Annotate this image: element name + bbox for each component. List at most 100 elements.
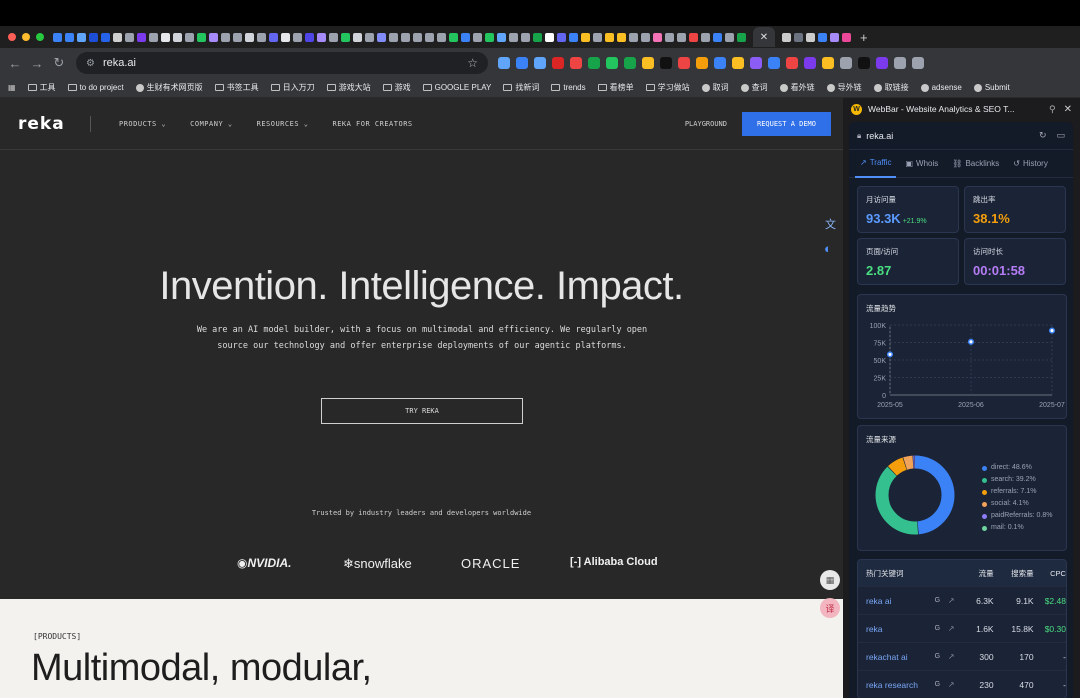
tab-favicon-icon[interactable] [473, 32, 482, 42]
try-reka-button[interactable]: TRY REKA [321, 398, 523, 424]
extension-icon[interactable] [678, 57, 690, 69]
extension-icon[interactable] [516, 57, 528, 69]
tab-favicon-icon[interactable] [665, 32, 674, 42]
bookmark-item[interactable]: Submit [973, 83, 1010, 92]
nav-reka-for-creators[interactable]: REKA FOR CREATORS [332, 120, 412, 128]
extension-icon[interactable] [858, 57, 870, 69]
tab-favicon-icon[interactable] [521, 32, 530, 42]
bookmark-item[interactable]: 生财有术网页版 [135, 82, 203, 93]
tab-favicon-icon[interactable] [842, 32, 851, 42]
tab-favicon-icon[interactable] [713, 32, 722, 42]
bookmark-item[interactable]: 查词 [740, 82, 768, 93]
tab-favicon-icon[interactable] [77, 32, 86, 42]
close-panel-icon[interactable]: ✕ [1064, 104, 1072, 115]
qr-code-icon[interactable]: ▦ [820, 570, 840, 590]
extension-icon[interactable] [570, 57, 582, 69]
nav-products[interactable]: PRODUCTS ⌄ [119, 120, 166, 128]
tab-favicon-icon[interactable] [197, 32, 206, 42]
extension-icon[interactable] [750, 57, 762, 69]
pin-icon[interactable]: ⚲ [1049, 104, 1056, 115]
tab-favicon-icon[interactable] [65, 32, 74, 42]
extensions-bar[interactable] [498, 57, 924, 69]
forward-icon[interactable]: → [26, 56, 48, 71]
tab-favicon-icon[interactable] [653, 32, 662, 42]
tab-whois[interactable]: ▣ Whois [900, 150, 943, 178]
keyword-row[interactable]: rekachat ai G ↗ 300 170 - [858, 642, 1066, 670]
extension-icon[interactable] [660, 57, 672, 69]
tab-favicon-icon[interactable] [557, 32, 566, 42]
tab-favicon-icon[interactable] [353, 32, 362, 42]
tab-backlinks[interactable]: ⛓ Backlinks [947, 150, 1004, 178]
extension-icon[interactable] [714, 57, 726, 69]
tab-favicon-icon[interactable] [509, 32, 518, 42]
request-demo-button[interactable]: REQUEST A DEMO [742, 111, 831, 136]
tab-favicon-icon[interactable] [269, 32, 278, 42]
bookmark-item[interactable]: 学习做站 [645, 82, 690, 93]
apps-icon[interactable]: ▦ [8, 83, 16, 92]
extension-icon[interactable] [606, 57, 618, 69]
tab-favicon-icon[interactable] [593, 32, 602, 42]
extension-icon[interactable] [912, 57, 924, 69]
active-tab-close-icon[interactable]: ✕ [753, 27, 775, 47]
more-tabs[interactable] [782, 32, 851, 42]
bookmark-item[interactable]: 工具 [27, 82, 56, 93]
tab-favicon-icon[interactable] [377, 32, 386, 42]
reload-icon[interactable]: ↻ [48, 55, 70, 71]
site-info-icon[interactable]: ⚙ [86, 58, 95, 69]
window-controls[interactable] [8, 33, 44, 41]
tab-favicon-icon[interactable] [818, 32, 827, 42]
extension-icon[interactable] [894, 57, 906, 69]
tab-favicon-icon[interactable] [101, 32, 110, 42]
extension-icon[interactable] [696, 57, 708, 69]
bookmark-item[interactable]: 找新词 [503, 82, 539, 93]
tab-favicon-icon[interactable] [830, 32, 839, 42]
extension-icon[interactable] [552, 57, 564, 69]
extension-icon[interactable] [768, 57, 780, 69]
tab-favicon-icon[interactable] [677, 32, 686, 42]
bookmark-item[interactable]: 游戏 [382, 82, 411, 93]
google-icon[interactable]: G [935, 625, 948, 632]
tab-favicon-icon[interactable] [782, 32, 791, 42]
tab-traffic[interactable]: ↗ Traffic [855, 150, 897, 178]
tab-favicon-icon[interactable] [401, 32, 410, 42]
tab-favicon-icon[interactable] [293, 32, 302, 42]
tab-favicon-icon[interactable] [137, 32, 146, 42]
bookmark-item[interactable]: 导外链 [826, 82, 862, 93]
bookmark-item[interactable]: 看榜单 [597, 82, 634, 93]
bookmark-item[interactable]: 看外链 [779, 82, 815, 93]
tab-favicon-icon[interactable] [701, 32, 710, 42]
google-icon[interactable]: G [935, 681, 948, 688]
close-window-icon[interactable] [8, 33, 16, 41]
bookmark-item[interactable]: adsense [920, 83, 962, 92]
bookmark-item[interactable]: to do project [67, 83, 124, 92]
extension-icon[interactable] [624, 57, 636, 69]
tab-favicon-icon[interactable] [389, 32, 398, 42]
extension-icon[interactable] [534, 57, 546, 69]
tab-favicon-icon[interactable] [185, 32, 194, 42]
tab-favicon-icon[interactable] [149, 32, 158, 42]
bookmark-item[interactable]: 取链接 [873, 82, 909, 93]
tab-favicon-icon[interactable] [569, 32, 578, 42]
extension-icon[interactable] [822, 57, 834, 69]
tab-favicon-icon[interactable] [794, 32, 803, 42]
bookmark-item[interactable]: GOOGLE PLAY [422, 83, 491, 92]
tab-favicon-icon[interactable] [317, 32, 326, 42]
keyword-row[interactable]: reka research G ↗ 230 470 - [858, 670, 1066, 698]
tab-favicon-icon[interactable] [545, 32, 554, 42]
tab-favicon-icon[interactable] [533, 32, 542, 42]
keyword-text[interactable]: reka research [866, 680, 935, 690]
tab-favicon-icon[interactable] [581, 32, 590, 42]
tab-favicon-icon[interactable] [425, 32, 434, 42]
open-window-icon[interactable]: ▭ [1056, 130, 1065, 141]
bookmark-item[interactable]: trends [551, 83, 586, 92]
tab-favicon-icon[interactable] [257, 32, 266, 42]
pinned-tabs[interactable] [53, 32, 746, 42]
address-bar[interactable]: ⚙ reka.ai ☆ [76, 52, 488, 74]
tab-favicon-icon[interactable] [413, 32, 422, 42]
translate-fab-icon[interactable]: 译 [820, 598, 840, 618]
tab-favicon-icon[interactable] [365, 32, 374, 42]
bookmark-item[interactable]: 游戏大站 [326, 82, 371, 93]
bookmark-star-icon[interactable]: ☆ [467, 56, 478, 70]
tab-favicon-icon[interactable] [629, 32, 638, 42]
data-point[interactable] [1048, 327, 1056, 334]
